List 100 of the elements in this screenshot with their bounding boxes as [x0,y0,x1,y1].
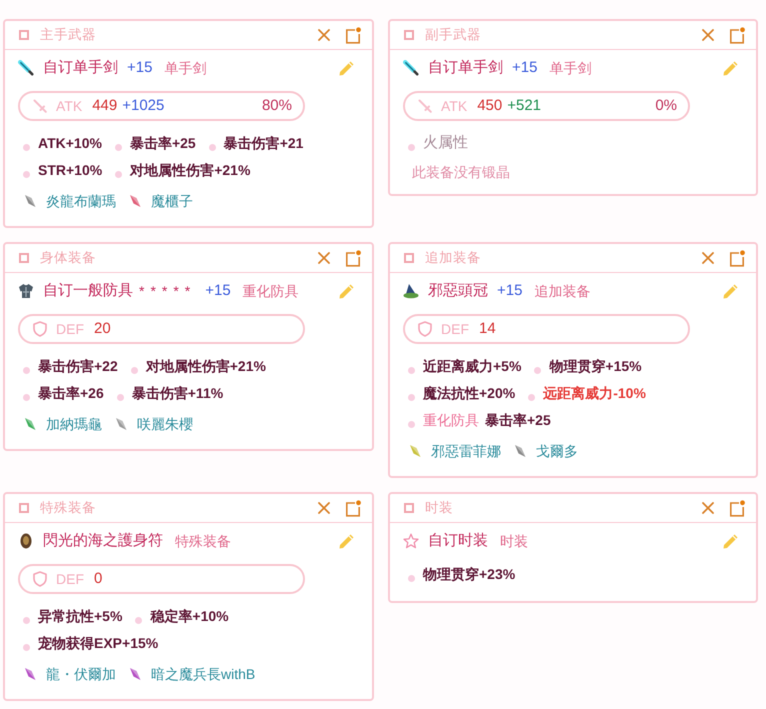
square-icon [404,503,414,513]
item-type: 时装 [500,532,528,550]
stat-text: 宠物获得EXP+15% [38,634,158,653]
stat-label: DEF [56,570,84,588]
stat-text: 暴击率+25 [485,411,551,430]
star-icon [403,533,419,549]
square-icon [19,253,29,263]
close-icon[interactable] [318,502,330,514]
bullet-icon [130,366,138,374]
pencil-icon[interactable] [338,60,355,76]
base-value: 0 [94,568,102,589]
close-icon[interactable] [702,252,714,264]
card-title: 副手武器 [425,26,481,44]
stat-text: 远距离威力-10% [543,384,646,403]
card-title: 主手武器 [40,26,96,44]
item-name: 自订时装 [428,530,488,551]
stat-text: STR+10% [38,161,102,180]
bullet-icon [23,644,30,650]
square-icon [19,503,29,513]
stat-text: 物理贯穿+15% [549,357,642,376]
crystal-name[interactable]: 戈爾多 [536,440,578,462]
pencil-icon[interactable] [338,282,355,300]
square-dot-icon[interactable] [345,500,361,516]
close-icon[interactable] [702,29,714,41]
crystal-name[interactable]: 炎龍布蘭瑪 [46,190,116,212]
item-type: 重化防具 [242,282,299,300]
square-dot-icon[interactable] [729,500,745,516]
square-dot-icon[interactable] [345,250,361,266]
square-icon [404,30,414,40]
crystal-name[interactable]: 龍・伏爾加 [46,664,116,684]
square-icon [19,30,29,40]
refine-level: +15 [512,58,538,78]
square-dot-icon[interactable] [345,26,361,44]
bullet-icon [23,170,30,178]
stat-text: 暴击伤害+11% [132,384,224,403]
sword-icon [18,60,34,76]
card-title: 身体装备 [40,248,96,267]
item-name: 閃光的海之護身符 [43,530,163,551]
bullet-icon [528,394,536,400]
bullet-icon [408,144,415,150]
close-icon[interactable] [702,502,714,514]
element-text: 火属性 [423,133,468,154]
bullet-icon [116,394,124,400]
square-dot-icon[interactable] [729,250,745,266]
item-type: 单手剑 [549,58,592,78]
item-name: 自订单手剑 [428,58,503,78]
item-type: 特殊装备 [175,532,231,550]
sword-icon [403,60,419,76]
stat-text: 对地属性伤害+21% [146,357,266,376]
pencil-icon[interactable] [722,60,739,76]
bullet-icon [208,144,216,150]
base-value: 450 [477,96,502,116]
shield-icon [33,321,47,337]
item-name: 邪惡頭冠 [428,280,488,301]
bullet-icon [534,366,542,374]
card-title: 追加装备 [425,248,481,267]
bullet-icon [408,394,415,400]
sword-icon [33,99,47,113]
stat-label: ATK [441,96,468,116]
crystal-name[interactable]: 邪惡雷菲娜 [431,440,501,462]
base-value: 20 [94,318,111,339]
rank-stars: ***** [139,282,196,300]
crystal-name[interactable]: 魔櫃子 [151,190,193,212]
stat-label: ATK [56,96,82,116]
bonus-value: +1025 [122,96,164,116]
crystal-name[interactable]: 咲麗朱櫻 [137,414,193,434]
item-name: 自订单手剑 [43,58,118,78]
stat-text: 魔法抗性+20% [423,384,516,403]
bullet-icon [408,366,415,374]
stat-label: DEF [56,320,84,338]
close-icon[interactable] [318,29,330,41]
square-dot-icon[interactable] [729,26,745,44]
item-name: 自订一般防具 [43,280,133,301]
bullet-icon [23,366,30,374]
base-value: 14 [479,318,496,339]
crystal-name[interactable]: 暗之魔兵長withB [151,664,256,684]
stat-label: DEF [441,320,469,338]
item-type: 追加装备 [534,282,590,300]
pencil-icon[interactable] [722,532,739,550]
bullet-icon [114,144,122,150]
stat-text: ATK+10% [38,134,102,153]
bullet-icon [408,420,415,428]
hat-icon [403,283,419,299]
shirt-icon [18,283,34,299]
shield-icon [33,571,47,587]
bullet-icon [115,170,122,178]
pencil-icon[interactable] [722,282,739,300]
bullet-icon [23,144,30,150]
bullet-icon [135,616,142,624]
bullet-icon [23,394,30,400]
stat-text: 物理贯穿+23% [423,565,516,584]
close-icon[interactable] [318,252,330,264]
stat-text: 稳定率+10% [150,607,229,626]
stat-text: 对地属性伤害+21% [130,161,250,180]
item-type: 单手剑 [164,58,206,78]
crystal-name[interactable]: 加納瑪龜 [46,414,102,434]
pencil-icon[interactable] [338,532,355,550]
sword-icon [418,99,432,113]
stat-text: 暴击率+25 [130,134,196,153]
stat-text: 近距离威力+5% [423,357,522,376]
